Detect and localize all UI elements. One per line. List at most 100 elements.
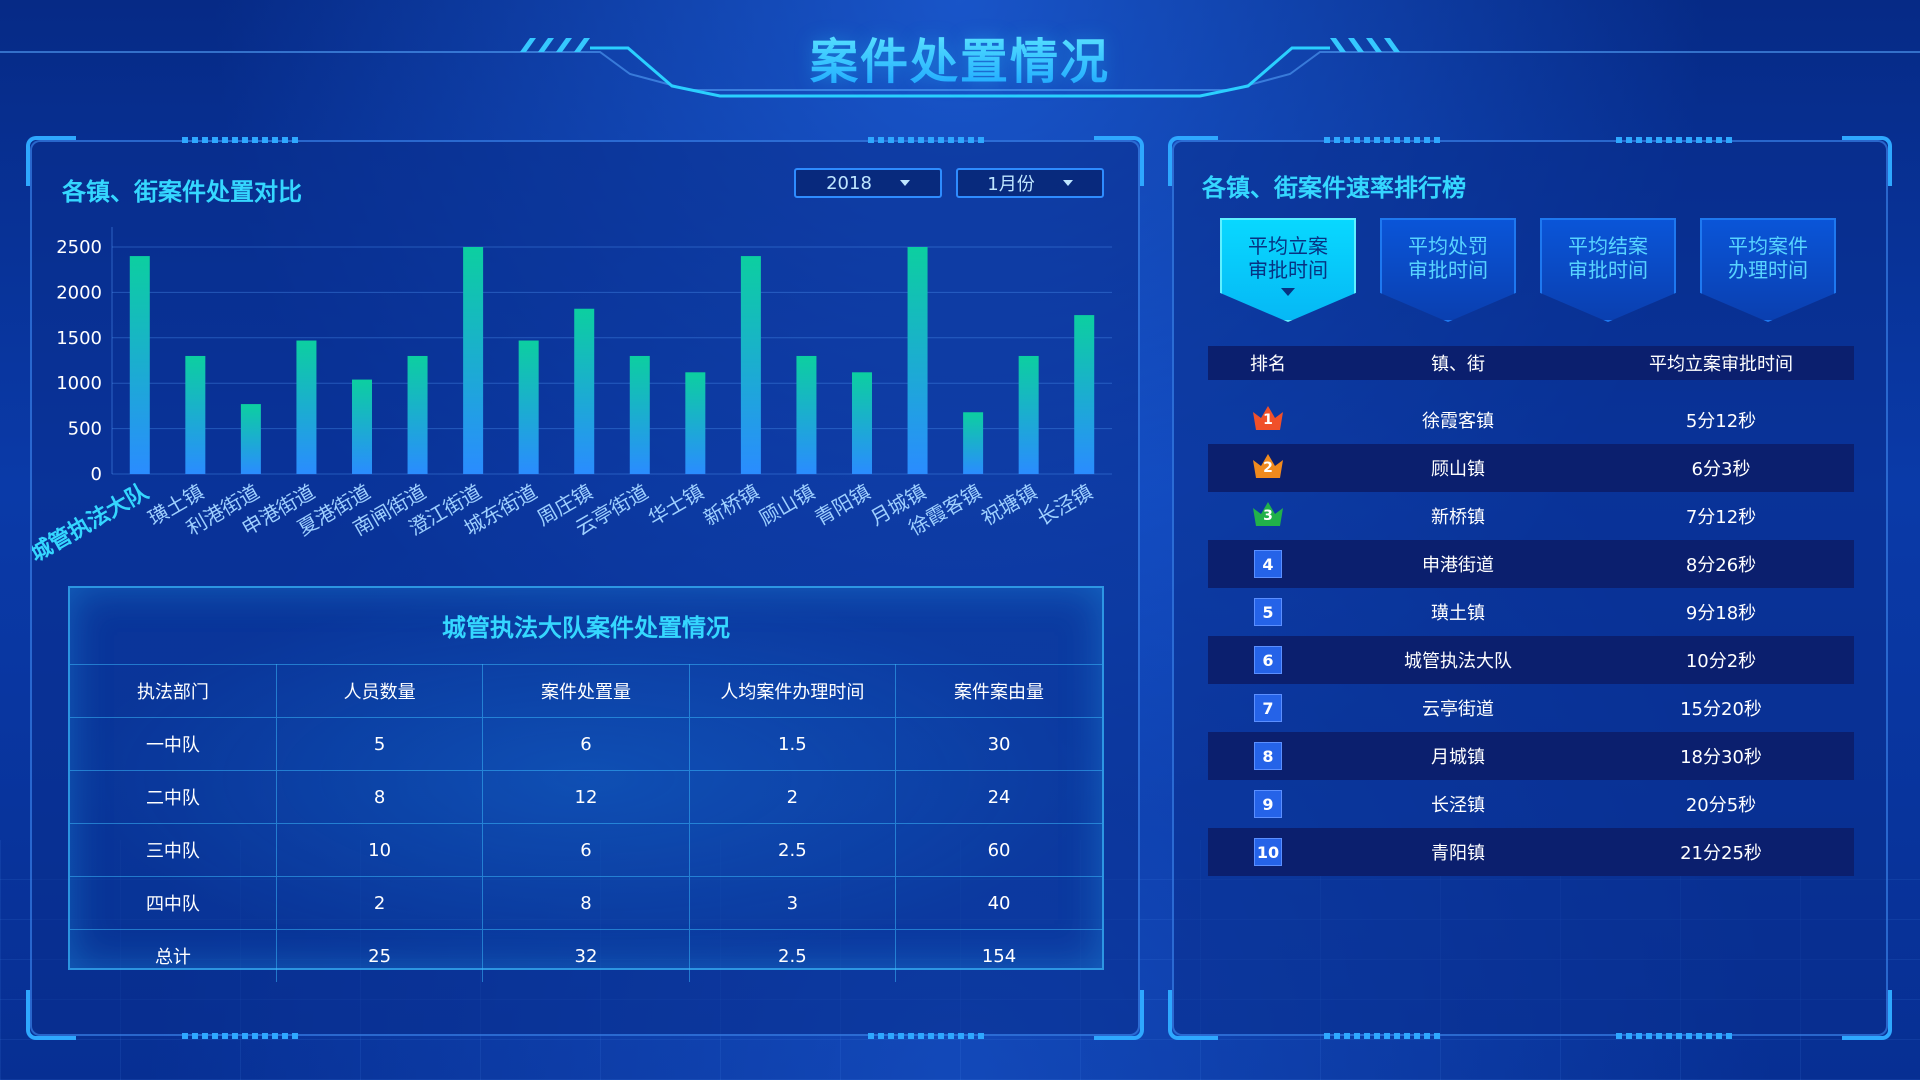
caret-down-icon <box>1281 288 1295 296</box>
rank-name: 青阳镇 <box>1431 843 1485 864</box>
panel-corner <box>1168 990 1218 1040</box>
rank-cell: 7 <box>1208 694 1328 722</box>
table-cell: 32 <box>482 929 690 982</box>
rank-name: 新桥镇 <box>1431 507 1485 528</box>
ranking-row[interactable]: 5 璜土镇 9分18秒 <box>1208 588 1854 636</box>
rank-time: 18分30秒 <box>1680 747 1762 768</box>
column-header: 平均立案审批时间 <box>1649 354 1793 375</box>
rank-time: 20分5秒 <box>1685 795 1757 816</box>
panel-edge-decoration <box>182 137 302 143</box>
detail-table-title: 城管执法大队案件处置情况 <box>442 614 730 642</box>
table-cell: 25 <box>276 929 484 982</box>
table-cell: 2 <box>689 770 897 824</box>
rank-number: 3 <box>1263 507 1273 524</box>
tab-avg-case-handling-time[interactable]: 平均案件 办理时间 <box>1700 218 1836 322</box>
table-cell: 8 <box>276 770 484 824</box>
ranking-row[interactable]: 6 城管执法大队 10分2秒 <box>1208 636 1854 684</box>
rank-badge: 6 <box>1254 646 1282 674</box>
bar <box>463 247 484 474</box>
bar <box>796 355 817 474</box>
ranking-row[interactable]: 8 月城镇 18分30秒 <box>1208 732 1854 780</box>
bar <box>685 372 706 474</box>
table-row: 一中队 5 6 1.5 30 <box>70 717 1102 771</box>
bar <box>240 404 261 474</box>
table-cell: 10 <box>276 823 484 877</box>
y-tick-label: 1000 <box>56 373 102 394</box>
panel-corner <box>1842 990 1892 1040</box>
panel-corner <box>26 990 76 1040</box>
ranking-row[interactable]: 4 申港街道 8分26秒 <box>1208 540 1854 588</box>
ranking-panel: 各镇、街案件速率排行榜 平均立案 审批时间 平均处罚 审批时间 平均结案 审批时… <box>1168 136 1892 1040</box>
bar <box>629 355 650 474</box>
ranking-row[interactable]: 2 顾山镇 6分3秒 <box>1208 444 1854 492</box>
rank-cell: 9 <box>1208 790 1328 818</box>
table-cell: 6 <box>482 823 690 877</box>
rank-cell: 3 <box>1208 500 1328 533</box>
table-row: 四中队 2 8 3 40 <box>70 876 1102 930</box>
bar <box>185 355 206 474</box>
rank-name: 徐霞客镇 <box>1422 411 1494 432</box>
tab-label-line2: 审批时间 <box>1568 258 1648 282</box>
tab-label-line2: 审批时间 <box>1248 258 1328 282</box>
rank-cell: 4 <box>1208 550 1328 578</box>
rank-name: 申港街道 <box>1422 555 1494 576</box>
ranking-row[interactable]: 9 长泾镇 20分5秒 <box>1208 780 1854 828</box>
bar <box>574 308 595 474</box>
tab-avg-closing-approval-time[interactable]: 平均结案 审批时间 <box>1540 218 1676 322</box>
column-header: 镇、街 <box>1431 354 1485 375</box>
panel-edge-decoration <box>1324 137 1444 143</box>
rank-cell: 8 <box>1208 742 1328 770</box>
y-tick-label: 1500 <box>56 328 102 349</box>
rank-badge: 4 <box>1254 550 1282 578</box>
tab-avg-filing-approval-time[interactable]: 平均立案 审批时间 <box>1220 218 1356 322</box>
table-cell: 三中队 <box>70 823 277 877</box>
table-cell: 12 <box>482 770 690 824</box>
table-cell: 2.5 <box>689 823 897 877</box>
ranking-row[interactable]: 1 徐霞客镇 5分12秒 <box>1208 396 1854 444</box>
ranking-row[interactable]: 10 青阳镇 21分25秒 <box>1208 828 1854 876</box>
detail-table-box: 城管执法大队案件处置情况 执法部门 人员数量 案件处置量 人均案件办理时间 案件… <box>68 586 1104 982</box>
x-tick-label: 华士镇 <box>644 480 708 531</box>
x-tick-label: 城管执法大队 <box>32 478 154 567</box>
panel-edge-decoration <box>1324 1033 1444 1039</box>
y-tick-label: 500 <box>68 419 102 440</box>
rank-cell: 5 <box>1208 598 1328 626</box>
panel-edge-decoration <box>868 1033 988 1039</box>
panel-edge-decoration <box>1616 137 1736 143</box>
bar <box>129 256 150 474</box>
tab-label-line2: 审批时间 <box>1408 258 1488 282</box>
month-select[interactable]: 1月份 <box>956 168 1104 198</box>
table-cell: 60 <box>895 823 1102 877</box>
rank-name: 月城镇 <box>1431 747 1485 768</box>
rank-cell: 10 <box>1208 838 1328 866</box>
ranking-row[interactable]: 3 新桥镇 7分12秒 <box>1208 492 1854 540</box>
rank-cell: 2 <box>1208 452 1328 485</box>
x-tick-label: 祝塘镇 <box>977 480 1041 531</box>
y-tick-label: 2500 <box>56 237 102 258</box>
table-cell: 24 <box>895 770 1102 824</box>
rank-number: 2 <box>1263 459 1273 476</box>
column-header: 排名 <box>1250 354 1286 375</box>
case-bar-chart: 05001000150020002500城管执法大队璜土镇利港街道申港街道夏港街… <box>32 227 1112 567</box>
rank-time: 10分2秒 <box>1685 651 1757 672</box>
bar <box>963 412 984 474</box>
rank-name: 长泾镇 <box>1431 795 1485 816</box>
crown-icon: 3 <box>1251 500 1285 528</box>
column-header: 人员数量 <box>276 664 484 718</box>
bar <box>296 340 317 474</box>
y-tick-label: 2000 <box>56 282 102 303</box>
rank-time: 6分3秒 <box>1691 459 1751 480</box>
bar <box>518 340 539 474</box>
year-select[interactable]: 2018 <box>794 168 942 198</box>
rank-badge: 8 <box>1254 742 1282 770</box>
panel-edge-decoration <box>1616 1033 1736 1039</box>
rank-number: 1 <box>1263 411 1273 428</box>
bar <box>852 372 872 474</box>
ranking-row[interactable]: 7 云亭街道 15分20秒 <box>1208 684 1854 732</box>
column-header: 执法部门 <box>70 664 277 718</box>
tab-avg-penalty-approval-time[interactable]: 平均处罚 审批时间 <box>1380 218 1516 322</box>
ranking-header-row: 排名 镇、街 平均立案审批时间 <box>1208 346 1854 380</box>
table-cell: 3 <box>689 876 897 930</box>
bar <box>1018 355 1039 474</box>
column-header: 人均案件办理时间 <box>689 664 897 718</box>
